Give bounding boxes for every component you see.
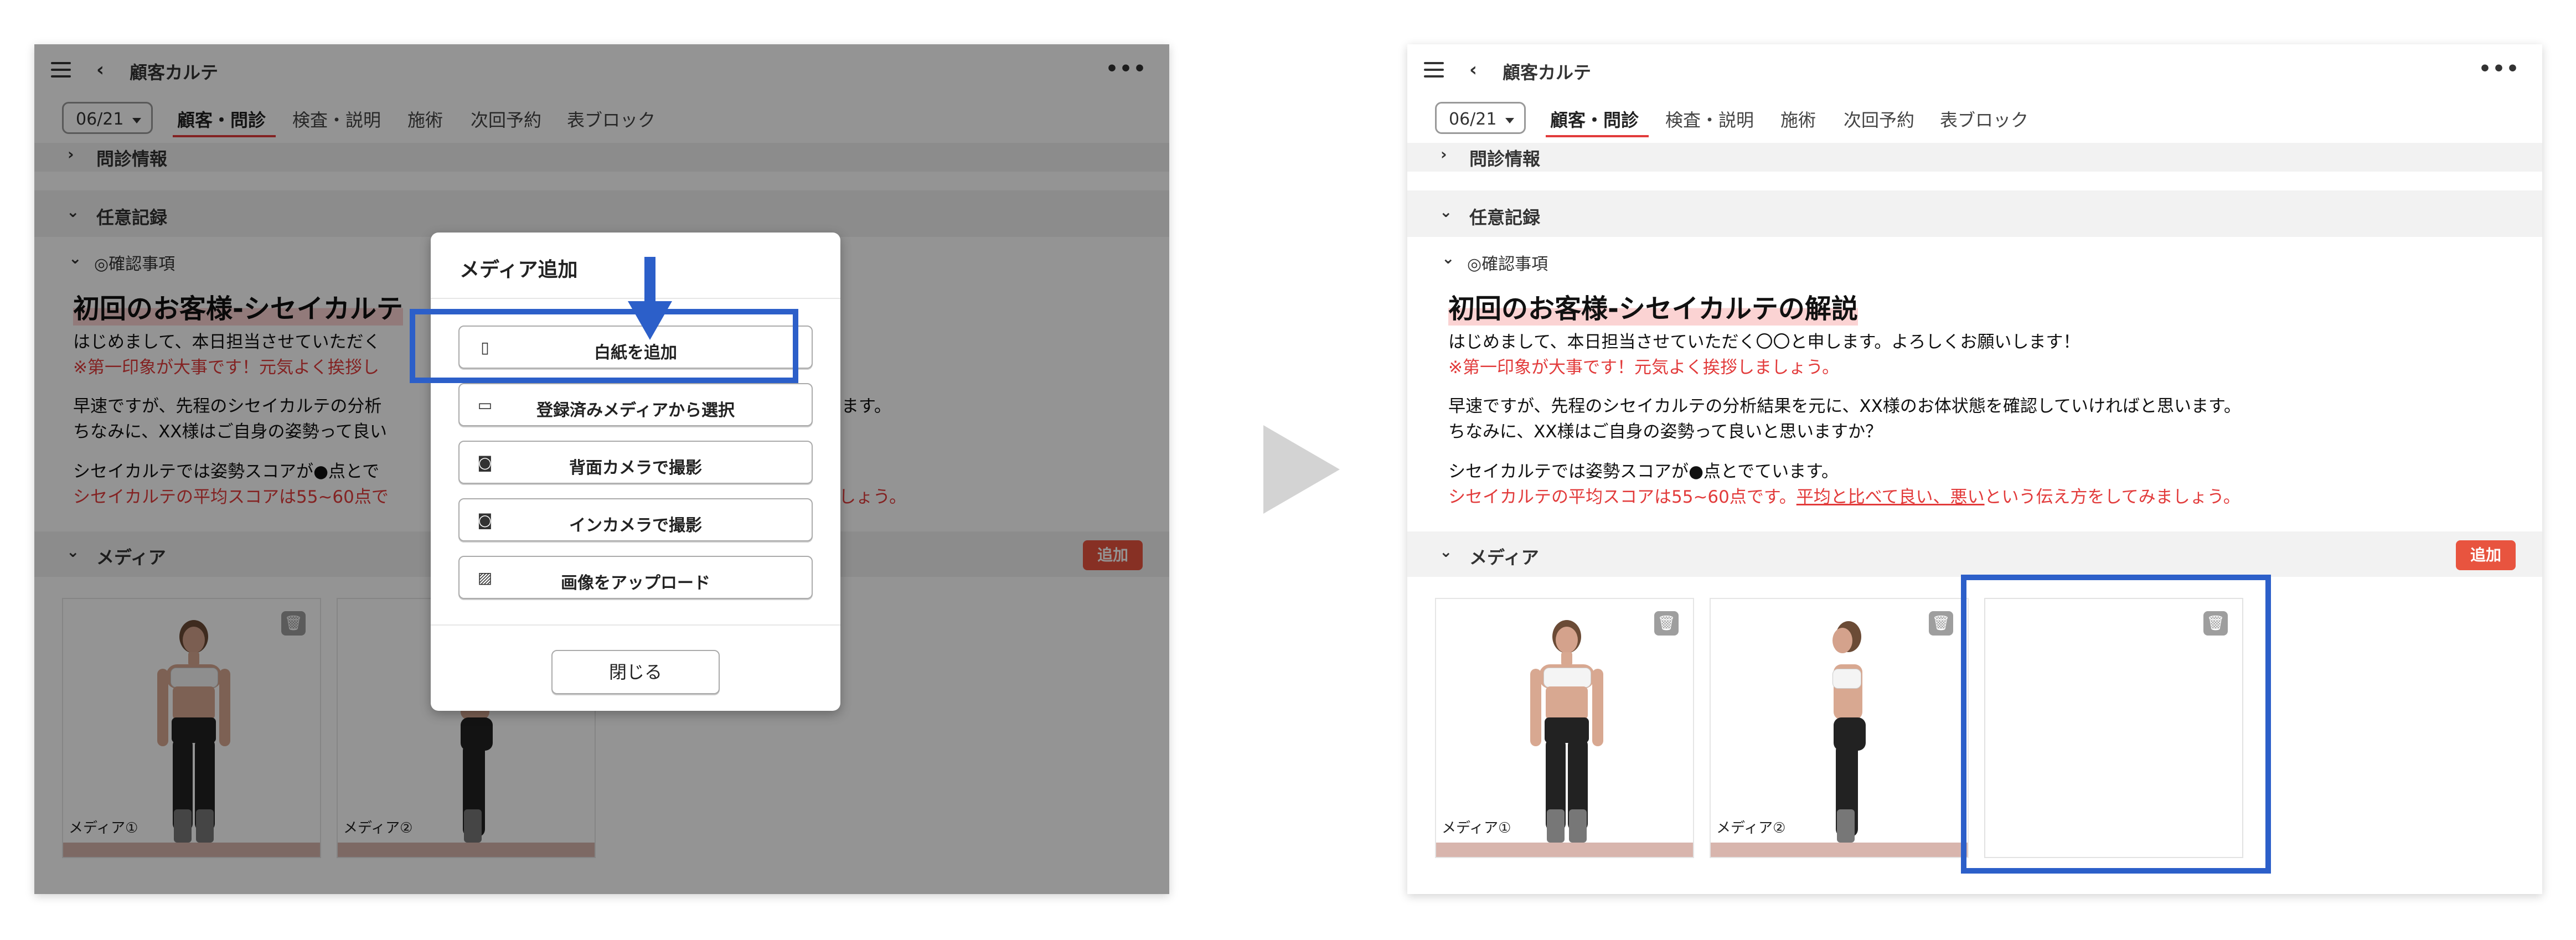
caret-down-icon <box>1505 118 1514 123</box>
chevron-left-icon[interactable]: ‹ <box>1469 60 1486 79</box>
content-line: ちなみに、XX様はご自身の姿勢って良いと思いますか？ <box>1448 422 1882 442</box>
divider <box>431 624 840 626</box>
tab-bar: 06/21 顧客・問診 検査・説明 施術 次回予約 表ブロック <box>1407 95 2542 143</box>
date-select-value: 06/21 <box>1449 110 1497 129</box>
rear-camera-button[interactable]: ◙ 背面カメラで撮影 <box>458 441 813 484</box>
content-line: シセイカルテの平均スコアは55~60点です。平均と比べて良い、悪いという伝え方を… <box>1448 483 2241 508</box>
chevron-down-icon: ⌄ <box>1439 203 1453 221</box>
text-span-underlined: 平均と比べて良い、悪い <box>1796 487 1985 507</box>
right-screen: ‹ 顧客カルテ ••• 06/21 顧客・問診 検査・説明 施術 次回予約 表ブ… <box>1407 44 2542 894</box>
upload-image-button[interactable]: ▨ 画像をアップロード <box>458 556 813 599</box>
floor-shadow <box>1436 843 1693 857</box>
highlight-box <box>1961 575 2271 874</box>
tab-hyou-block[interactable]: 表ブロック <box>1940 106 2028 132</box>
content-line: シセイカルテでは姿勢スコアが●点とでています。 <box>1448 462 1839 482</box>
front-camera-button[interactable]: ◙ インカメラで撮影 <box>458 498 813 541</box>
chevron-down-icon[interactable]: ⌄ <box>1442 249 1454 267</box>
page-title: 顧客カルテ <box>1503 62 1592 83</box>
content-heading: 初回のお客様-シセイカルテの解説 <box>1448 287 1858 326</box>
play-arrow-icon <box>1263 425 1340 514</box>
hamburger-icon[interactable] <box>1424 62 1444 78</box>
tab-kokyaku-monshin[interactable]: 顧客・問診 <box>1550 106 1639 132</box>
tab-sejutsu[interactable]: 施術 <box>1780 106 1816 132</box>
add-media-button[interactable]: 追加 <box>2456 540 2516 570</box>
media-label: メディア① <box>1442 820 1511 836</box>
text-span: シセイカルテの平均スコアは55~60点です。 <box>1448 487 1797 507</box>
media-card-1[interactable]: 🗑 メディア① <box>1435 598 1694 858</box>
media-card-2[interactable]: 🗑 メディア② <box>1710 598 1969 858</box>
media-label: メディア② <box>1716 820 1786 836</box>
more-horizontal-icon[interactable]: ••• <box>2479 58 2520 80</box>
tab-kensa-setsumei[interactable]: 検査・説明 <box>1665 106 1754 132</box>
content-line: 早速ですが、先程のシセイカルテの分析結果を元に、XX様のお体状態を確認していけれ… <box>1448 396 2241 416</box>
section-monshin[interactable]: › 問診情報 <box>1407 143 2542 172</box>
tab-jikai-yoyaku[interactable]: 次回予約 <box>1844 106 1914 132</box>
kakunin-title: ◎確認事項 <box>1467 255 1548 274</box>
trash-icon[interactable]: 🗑 <box>1654 611 1679 636</box>
highlight-box <box>410 309 798 383</box>
dialog-title: メディア追加 <box>460 259 578 281</box>
chevron-down-icon: ⌄ <box>1439 543 1453 561</box>
select-registered-media-button[interactable]: ▭ 登録済みメディアから選択 <box>458 383 813 426</box>
content-line: はじめまして、本日担当させていただく〇〇と申します。よろしくお願いします！ <box>1448 332 2081 352</box>
chevron-right-icon: › <box>1441 145 1447 163</box>
app-header: ‹ 顧客カルテ ••• <box>1407 44 2542 96</box>
trash-icon[interactable]: 🗑 <box>1929 611 1953 636</box>
section-media[interactable]: ⌄ メディア <box>1407 531 2542 577</box>
active-tab-indicator <box>1546 135 1649 137</box>
date-select[interactable]: 06/21 <box>1435 102 1526 134</box>
floor-shadow <box>1711 843 1968 857</box>
content-line: ※第一印象が大事です！元気よく挨拶しましょう。 <box>1448 358 1840 378</box>
left-screen: ‹ 顧客カルテ ••• 06/21 顧客・問診 検査・説明 施術 次回予約 表ブ… <box>34 44 1169 894</box>
close-button[interactable]: 閉じる <box>551 650 720 694</box>
section-nini-kiroku[interactable]: ⌄ 任意記録 <box>1407 190 2542 237</box>
arrow-down-icon <box>628 257 672 340</box>
text-span: という伝え方をしてみましょう。 <box>1984 487 2241 507</box>
